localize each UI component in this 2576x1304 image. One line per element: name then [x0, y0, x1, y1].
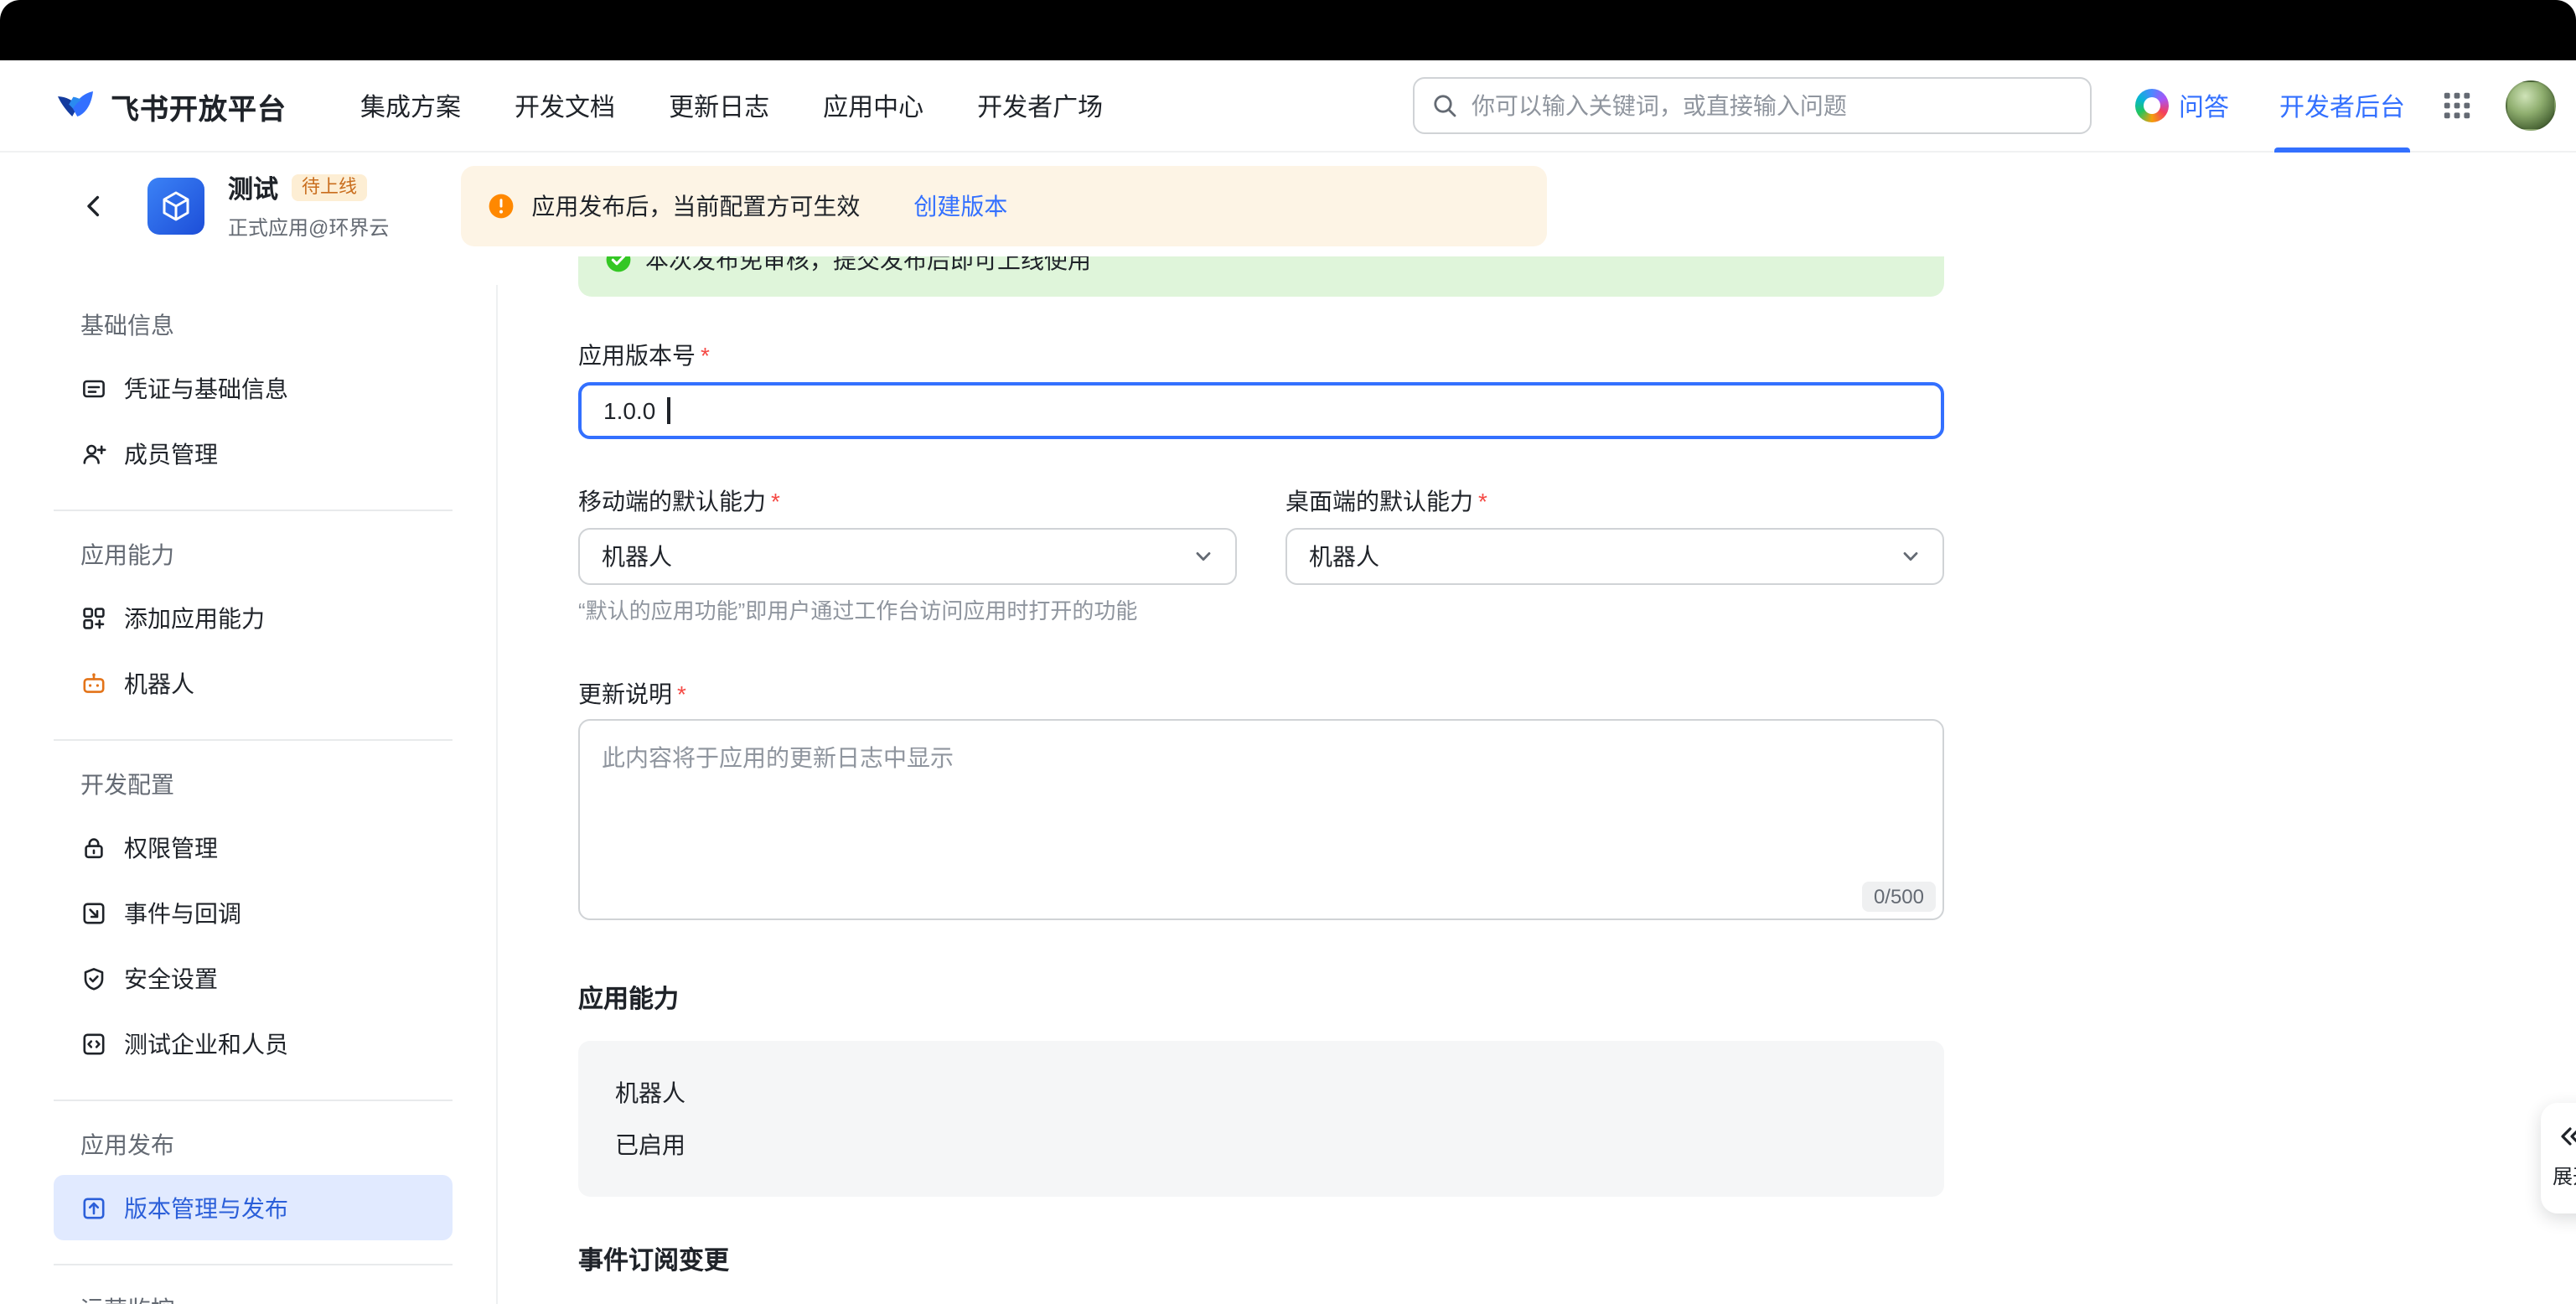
lock-icon	[80, 834, 107, 861]
chevron-down-icon	[1899, 545, 1922, 568]
sidebar-item-permissions[interactable]: 权限管理	[54, 815, 453, 880]
main-content: 本次发布免审核，提交发布后即可上线使用 应用版本号* 移动端的默认能力* 机器人	[498, 256, 2576, 1304]
top-nav: 集成方案 开发文档 更新日志 应用中心 开发者广场	[360, 88, 1103, 123]
success-check-icon	[605, 256, 632, 273]
sidebar-item-add-capability[interactable]: 添加应用能力	[54, 585, 453, 650]
qa-label: 问答	[2179, 88, 2229, 123]
app-window: 飞书开放平台 集成方案 开发文档 更新日志 应用中心 开发者广场 问答 开发者后…	[0, 0, 2576, 1304]
nav-item-app-center[interactable]: 应用中心	[823, 88, 923, 123]
required-mark: *	[677, 680, 686, 707]
sidebar-item-test-org[interactable]: 测试企业和人员	[54, 1011, 453, 1076]
bot-icon	[80, 670, 107, 696]
user-avatar[interactable]	[2506, 80, 2556, 131]
nav-item-docs[interactable]: 开发文档	[515, 88, 615, 123]
capability-hint: “默认的应用功能”即用户通过工作台访问应用时打开的功能	[578, 598, 1237, 625]
sidebar-divider	[54, 1264, 453, 1265]
sidebar-divider	[54, 510, 453, 511]
sidebar-section-monitoring: 运营监控	[80, 1289, 453, 1304]
brand-name: 飞书开放平台	[111, 85, 287, 127]
mobile-capability-label: 移动端的默认能力*	[578, 484, 1237, 518]
sidebar-divider	[54, 1100, 453, 1101]
success-banner-text: 本次发布免审核，提交发布后即可上线使用	[645, 256, 1091, 277]
sidebar-item-events[interactable]: 事件与回调	[54, 880, 453, 945]
app-bar: 测试 待上线 正式应用@环界云 应用发布后，当前配置方可生效 创建版本	[0, 154, 2576, 256]
double-chevron-left-icon	[2558, 1123, 2576, 1150]
char-counter: 0/500	[1862, 882, 1936, 912]
developer-console-tab[interactable]: 开发者后台	[2279, 60, 2405, 152]
window-titlebar	[0, 0, 2576, 60]
desktop-capability-label: 桌面端的默认能力*	[1285, 484, 1944, 518]
nav-item-integrations[interactable]: 集成方案	[360, 88, 461, 123]
required-mark: *	[771, 488, 780, 515]
members-icon	[80, 440, 107, 467]
apps-grid-icon[interactable]	[2442, 91, 2472, 121]
update-notes-label: 更新说明*	[578, 677, 1944, 711]
update-notes-textarea[interactable]	[578, 719, 1944, 920]
sidebar-divider	[54, 739, 453, 741]
capability-section-title: 应用能力	[578, 984, 1944, 1017]
back-button[interactable]	[77, 189, 111, 222]
search-icon	[1431, 92, 1458, 119]
shield-icon	[80, 965, 107, 991]
feishu-logo-icon	[54, 84, 97, 127]
expand-label: 展开	[2553, 1162, 2576, 1190]
sidebar-item-credentials[interactable]: 凭证与基础信息	[54, 355, 453, 421]
release-upload-icon	[80, 1194, 107, 1221]
chevron-down-icon	[1192, 545, 1215, 568]
mobile-capability-select[interactable]: 机器人	[578, 528, 1237, 585]
required-mark: *	[701, 342, 710, 369]
sidebar-section-dev-config: 开发配置	[80, 764, 453, 805]
add-capability-icon	[80, 604, 107, 631]
sidebar-section-release: 应用发布	[80, 1125, 453, 1165]
sidebar-section-capabilities: 应用能力	[80, 535, 453, 575]
event-section-title: 事件订阅变更	[578, 1245, 1944, 1279]
search-box[interactable]	[1413, 77, 2092, 134]
test-org-icon	[80, 1030, 107, 1057]
top-header: 飞书开放平台 集成方案 开发文档 更新日志 应用中心 开发者广场 问答 开发者后…	[0, 60, 2576, 153]
brand-logo[interactable]: 飞书开放平台	[54, 84, 287, 127]
capability-summary-box: 机器人 已启用	[578, 1041, 1944, 1197]
warning-banner: 应用发布后，当前配置方可生效 创建版本	[461, 165, 1547, 246]
search-input[interactable]	[1472, 92, 2073, 119]
version-input[interactable]	[578, 382, 1944, 439]
desktop-capability-select[interactable]: 机器人	[1285, 528, 1944, 585]
text-caret	[667, 397, 670, 424]
app-meta: 测试 待上线 正式应用@环界云	[228, 170, 389, 241]
capability-status: 已启用	[615, 1128, 1907, 1162]
credential-icon	[80, 375, 107, 401]
warning-icon	[488, 192, 515, 219]
sidebar-item-security[interactable]: 安全设置	[54, 945, 453, 1011]
app-icon	[147, 177, 204, 234]
sidebar: 基础信息 凭证与基础信息 成员管理 应用能力	[54, 256, 453, 1304]
expand-panel-button[interactable]: 展开	[2541, 1103, 2576, 1213]
create-version-link[interactable]: 创建版本	[913, 189, 1007, 222]
sidebar-item-bot[interactable]: 机器人	[54, 650, 453, 716]
qa-rainbow-icon	[2135, 89, 2169, 122]
status-badge: 待上线	[292, 174, 367, 201]
success-banner: 本次发布免审核，提交发布后即可上线使用	[578, 256, 1944, 297]
sidebar-section-basic-info: 基础信息	[80, 305, 453, 345]
capability-name: 机器人	[615, 1076, 1907, 1110]
version-field-label: 应用版本号*	[578, 339, 1944, 372]
nav-item-changelog[interactable]: 更新日志	[669, 88, 769, 123]
qa-link[interactable]: 问答	[2135, 88, 2229, 123]
required-mark: *	[1478, 488, 1487, 515]
app-subtitle: 正式应用@环界云	[228, 212, 389, 241]
app-name: 测试	[228, 170, 278, 205]
event-callback-icon	[80, 899, 107, 926]
sidebar-item-members[interactable]: 成员管理	[54, 421, 453, 486]
nav-item-dev-plaza[interactable]: 开发者广场	[977, 88, 1103, 123]
warning-text: 应用发布后，当前配置方可生效	[531, 189, 860, 222]
sidebar-item-version-release[interactable]: 版本管理与发布	[54, 1175, 453, 1240]
